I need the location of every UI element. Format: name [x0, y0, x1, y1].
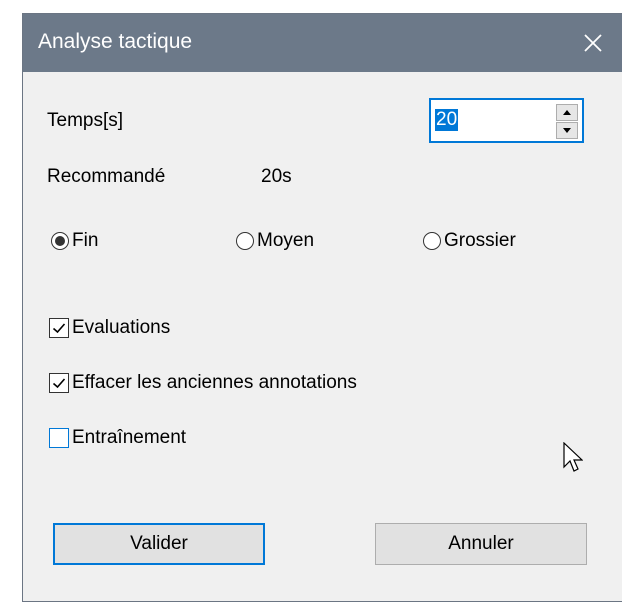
spin-up-button[interactable]	[556, 104, 578, 121]
checkmark-icon	[52, 323, 66, 334]
checkbox-unchecked	[49, 428, 69, 448]
close-button[interactable]	[564, 14, 622, 72]
radio-moyen[interactable]: Moyen	[236, 230, 314, 252]
time-input[interactable]: 20	[435, 109, 459, 131]
time-label: Temps[s]	[47, 110, 124, 131]
radio-dot	[55, 236, 65, 246]
mouse-pointer-icon	[563, 441, 584, 479]
radio-grossier[interactable]: Grossier	[423, 230, 516, 252]
radio-fin-label: Fin	[72, 230, 99, 251]
checkbox-clear-annotations-label: Effacer les anciennes annotations	[72, 372, 357, 393]
radio-moyen-label: Moyen	[257, 230, 315, 251]
spin-down-button[interactable]	[556, 122, 578, 139]
cancel-button[interactable]: Annuler	[375, 523, 587, 565]
arrow-up-icon	[563, 110, 571, 115]
radio-grossier-label: Grossier	[444, 230, 516, 251]
recommended-label: Recommandé	[47, 166, 166, 187]
radio-button	[236, 232, 254, 250]
ok-button[interactable]: Valider	[53, 523, 265, 565]
window-title: Analyse tactique	[38, 30, 193, 53]
radio-button-selected	[51, 232, 69, 250]
recommended-value: 20s	[261, 166, 292, 187]
checkbox-evaluations-label: Evaluations	[72, 317, 171, 338]
radio-button	[423, 232, 441, 250]
checkbox-checked	[49, 373, 69, 393]
radio-fin[interactable]: Fin	[51, 230, 98, 252]
checkbox-checked	[49, 318, 69, 338]
spin-buttons	[556, 104, 578, 139]
close-icon	[584, 34, 602, 52]
checkbox-training[interactable]: Entraînement	[49, 427, 186, 449]
time-spinbox[interactable]: 20	[429, 98, 584, 143]
arrow-down-icon	[563, 128, 571, 133]
title-bar: Analyse tactique	[23, 14, 622, 72]
checkmark-icon	[52, 378, 66, 389]
dialog-window: Analyse tactique Temps[s] 20 Recommandé	[22, 13, 622, 602]
checkbox-clear-annotations[interactable]: Effacer les anciennes annotations	[49, 372, 357, 394]
checkbox-training-label: Entraînement	[72, 427, 187, 448]
checkbox-evaluations[interactable]: Evaluations	[49, 317, 170, 339]
